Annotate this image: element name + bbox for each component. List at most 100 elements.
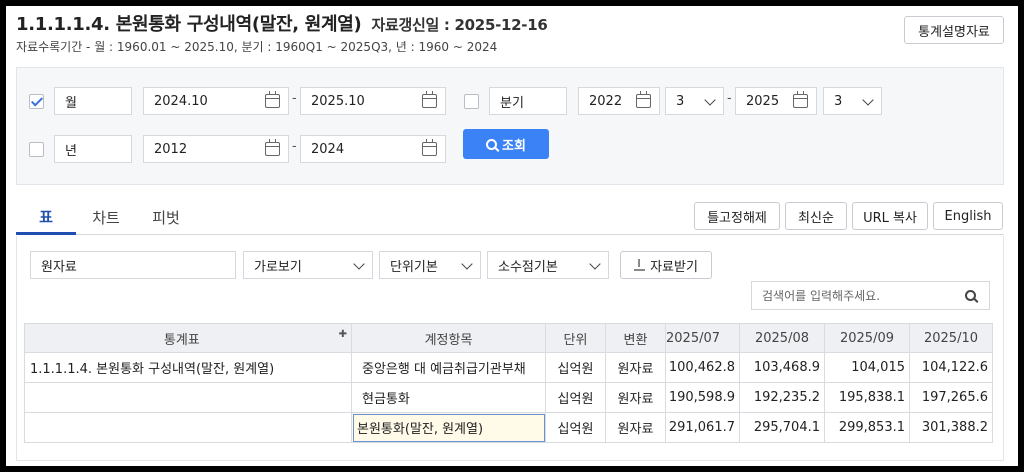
- col-header-label: 통계표: [163, 332, 200, 348]
- tab-table[interactable]: 표: [16, 200, 76, 235]
- pin-icon[interactable]: ✚: [339, 329, 347, 340]
- cell-transform[interactable]: 원자료: [605, 382, 666, 413]
- cell-value[interactable]: 197,265.6: [909, 382, 993, 413]
- cell-value[interactable]: 291,061.7: [665, 412, 740, 443]
- calendar-icon[interactable]: [422, 139, 437, 156]
- view-select[interactable]: 가로보기: [243, 251, 373, 279]
- cell-transform[interactable]: 원자료: [605, 352, 666, 383]
- unit-select[interactable]: 단위기본: [379, 251, 481, 279]
- monthly-from-value: 2024.10: [154, 93, 208, 109]
- range-dash: -: [727, 91, 732, 106]
- url-copy-button[interactable]: URL 복사: [852, 202, 928, 230]
- quarterly-from-q-value: 3: [676, 93, 685, 109]
- col-header-period[interactable]: 2025/08: [739, 323, 825, 353]
- quarterly-from-year-value: 2022: [589, 93, 623, 109]
- cell-value[interactable]: 104,122.6: [909, 352, 993, 383]
- table-header-row: 통계표 ✚ 계정항목 단위 변환 2025/07 2025/08 2025/09 …: [24, 323, 993, 353]
- quarterly-to-year[interactable]: 2025: [735, 87, 817, 115]
- quarterly-from-select[interactable]: 3: [665, 87, 724, 115]
- query-button[interactable]: 조회: [463, 129, 549, 159]
- tab-chart[interactable]: 차트: [76, 200, 136, 235]
- yearly-to-input[interactable]: 2024: [300, 135, 446, 163]
- query-label: 조회: [502, 138, 526, 154]
- cell-value[interactable]: 104,015: [824, 352, 910, 383]
- calendar-icon[interactable]: [265, 91, 280, 108]
- yearly-to-value: 2024: [311, 141, 345, 157]
- cell-value[interactable]: 100,462.8: [665, 352, 740, 383]
- quarterly-label: 분기: [489, 87, 567, 115]
- cell-unit[interactable]: 십억원: [545, 412, 606, 443]
- decimal-select-value: 소수점기본: [498, 259, 558, 275]
- cell-value[interactable]: 190,598.9: [665, 382, 740, 413]
- cell-unit[interactable]: 십억원: [545, 352, 606, 383]
- view-select-value: 가로보기: [254, 259, 302, 275]
- cell-value[interactable]: 192,235.2: [739, 382, 825, 413]
- download-icon: [634, 259, 646, 271]
- quarterly-from-year[interactable]: 2022: [578, 87, 660, 115]
- update-date: 자료갱신일 : 2025-12-16: [371, 16, 548, 34]
- data-type-input[interactable]: 원자료: [30, 251, 236, 279]
- stat-description-button[interactable]: 통계설명자료: [904, 16, 1004, 44]
- col-header-unit[interactable]: 단위: [545, 323, 606, 353]
- monthly-checkbox[interactable]: [29, 94, 44, 109]
- cell-value[interactable]: 103,468.9: [739, 352, 825, 383]
- calendar-icon[interactable]: [636, 91, 651, 108]
- page-title: 1.1.1.1.4. 본원통화 구성내역(말잔, 원계열) 자료갱신일 : 202…: [16, 10, 548, 36]
- cell-transform[interactable]: 원자료: [605, 412, 666, 443]
- chevron-down-icon: [353, 258, 365, 270]
- chevron-down-icon: [704, 94, 716, 106]
- calendar-icon[interactable]: [265, 139, 280, 156]
- cell-stat-table[interactable]: [24, 382, 352, 413]
- unfreeze-button[interactable]: 틀고정해제: [694, 202, 780, 230]
- title-text: 1.1.1.1.4. 본원통화 구성내역(말잔, 원계열): [16, 14, 362, 35]
- monthly-label: 월: [54, 87, 132, 115]
- table-row[interactable]: 1.1.1.1.4. 본원통화 구성내역(말잔, 원계열) 중앙은행 대 예금취…: [24, 352, 993, 383]
- english-button[interactable]: English: [933, 202, 1003, 230]
- table-row[interactable]: 본원통화(말잔, 원계열) 십억원 원자료 291,061.7 295,704.…: [24, 412, 993, 443]
- cell-value[interactable]: 295,704.1: [739, 412, 825, 443]
- latest-order-button[interactable]: 최신순: [785, 202, 847, 230]
- yearly-checkbox[interactable]: [29, 142, 44, 157]
- monthly-from-input[interactable]: 2024.10: [143, 87, 289, 115]
- col-header-transform[interactable]: 변환: [605, 323, 666, 353]
- search-icon[interactable]: [965, 290, 976, 301]
- monthly-to-input[interactable]: 2025.10: [300, 87, 446, 115]
- search-panel: [16, 67, 1004, 185]
- yearly-label: 년: [54, 135, 132, 163]
- col-header-account[interactable]: 계정항목: [351, 323, 546, 353]
- tab-pivot[interactable]: 피벗: [136, 200, 196, 235]
- cell-account[interactable]: 중앙은행 대 예금취급기관부채: [351, 352, 546, 383]
- quarterly-to-select[interactable]: 3: [823, 87, 882, 115]
- col-header-period[interactable]: 2025/07: [665, 323, 740, 353]
- download-label: 자료받기: [650, 259, 698, 275]
- cell-unit[interactable]: 십억원: [545, 382, 606, 413]
- cell-value[interactable]: 299,853.1: [824, 412, 910, 443]
- chevron-down-icon: [461, 258, 473, 270]
- cell-account-selected[interactable]: 본원통화(말잔, 원계열): [351, 412, 546, 443]
- col-header-period[interactable]: 2025/09: [824, 323, 910, 353]
- chevron-down-icon: [862, 94, 874, 106]
- data-table: 통계표 ✚ 계정항목 단위 변환 2025/07 2025/08 2025/09 …: [24, 323, 993, 443]
- monthly-to-value: 2025.10: [311, 93, 365, 109]
- cell-stat-table[interactable]: 1.1.1.1.4. 본원통화 구성내역(말잔, 원계열): [24, 352, 352, 383]
- col-header-period[interactable]: 2025/10: [909, 323, 993, 353]
- calendar-icon[interactable]: [793, 91, 808, 108]
- cell-stat-table[interactable]: [24, 412, 352, 443]
- unit-select-value: 단위기본: [390, 259, 438, 275]
- table-row[interactable]: 현금통화 십억원 원자료 190,598.9 192,235.2 195,838…: [24, 382, 993, 413]
- grid-search-input[interactable]: 검색어를 입력해주세요.: [751, 281, 990, 310]
- cell-account[interactable]: 현금통화: [351, 382, 546, 413]
- yearly-from-value: 2012: [154, 141, 188, 157]
- search-icon: [486, 138, 498, 150]
- range-dash: -: [292, 91, 297, 106]
- quarterly-checkbox[interactable]: [464, 94, 479, 109]
- col-header-stat-table[interactable]: 통계표 ✚: [24, 323, 352, 353]
- calendar-icon[interactable]: [422, 91, 437, 108]
- data-range: 자료수록기간 - 월 : 1960.01 ~ 2025.10, 분기 : 196…: [16, 40, 498, 54]
- yearly-from-input[interactable]: 2012: [143, 135, 289, 163]
- quarterly-to-year-value: 2025: [746, 93, 780, 109]
- download-button[interactable]: 자료받기: [620, 251, 712, 279]
- cell-value[interactable]: 301,388.2: [909, 412, 993, 443]
- decimal-select[interactable]: 소수점기본: [487, 251, 609, 279]
- cell-value[interactable]: 195,838.1: [824, 382, 910, 413]
